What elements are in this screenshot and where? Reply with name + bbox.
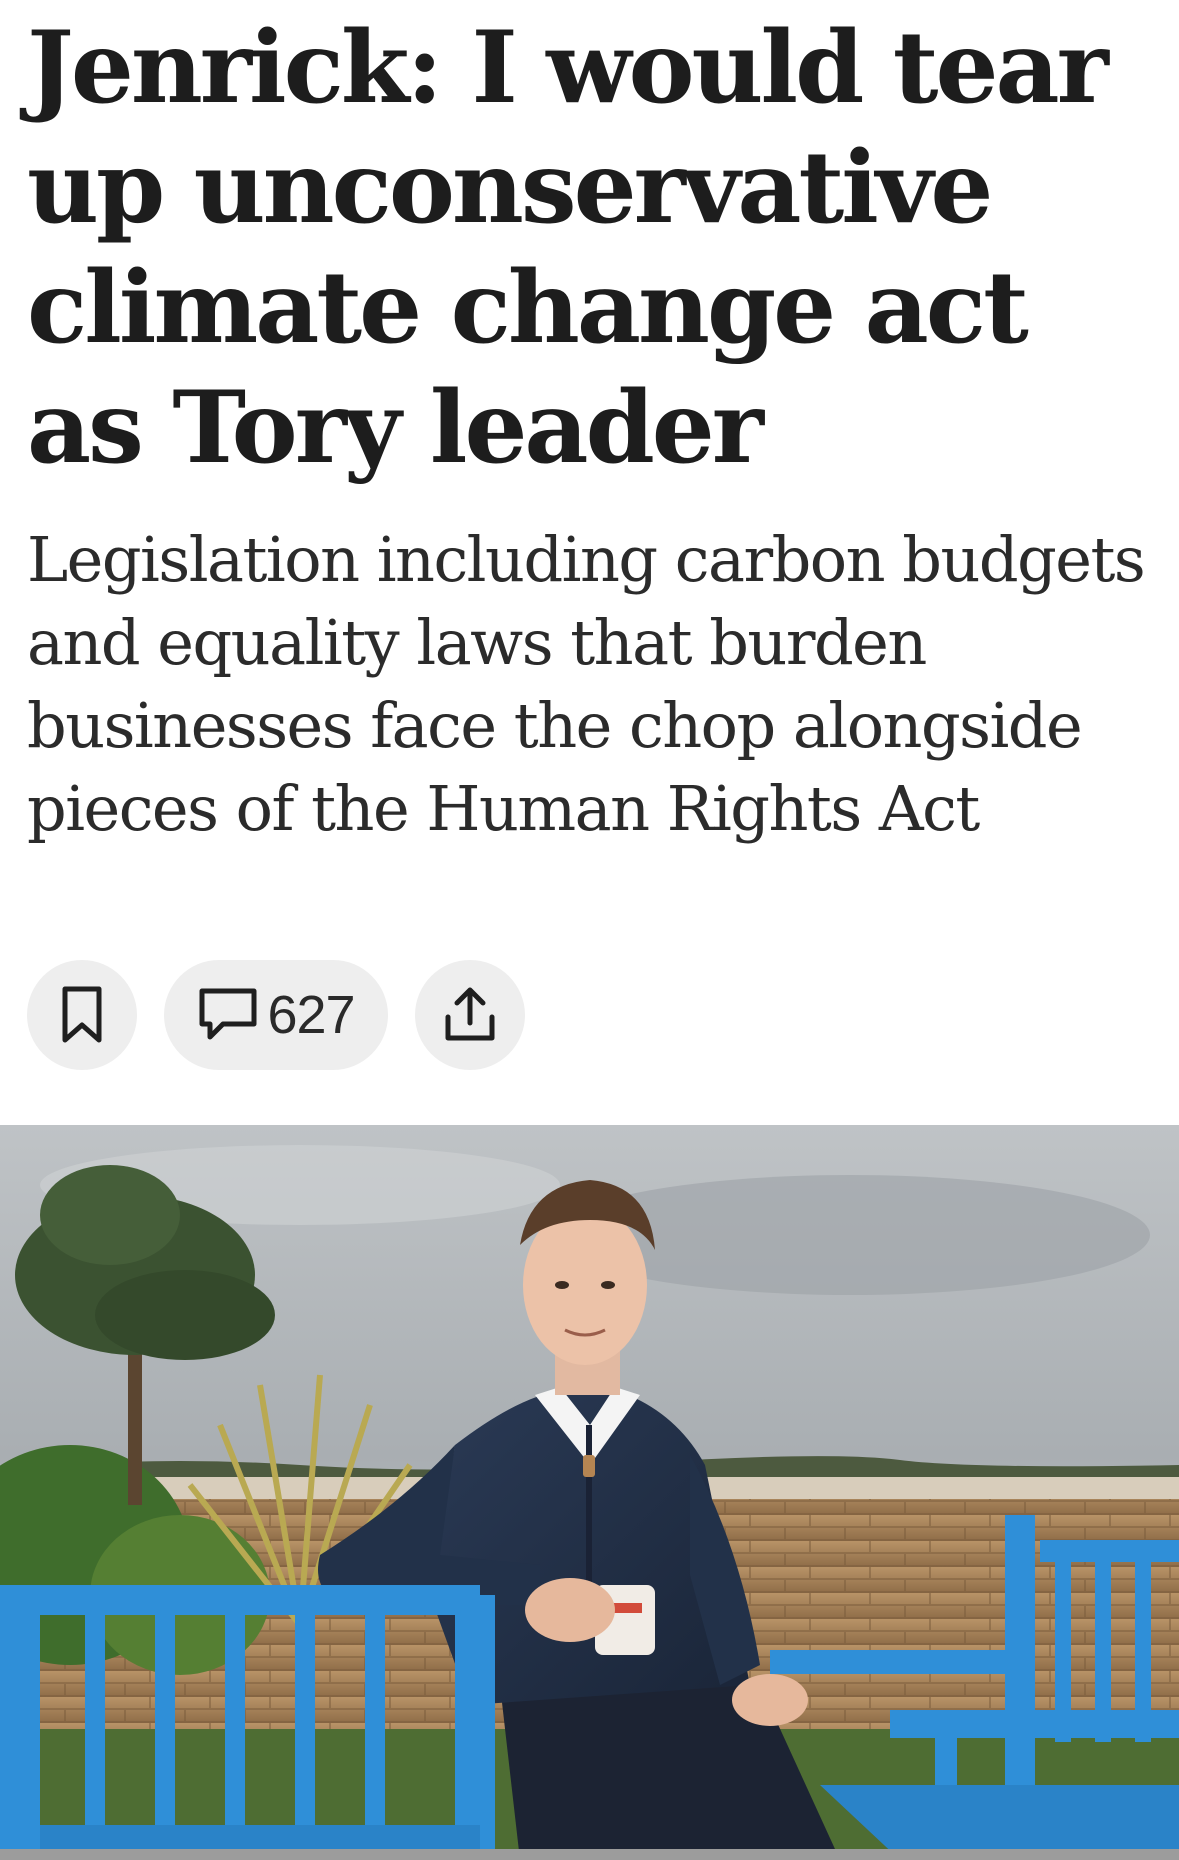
hero-photo (0, 1125, 1179, 1860)
article-actions: 627 (27, 960, 525, 1070)
share-icon (445, 987, 495, 1041)
comments-button[interactable]: 627 (164, 960, 388, 1070)
article-headline: Jenrick: I would tear up unconservative … (27, 10, 1109, 486)
article-standfirst: Legislation including carbon budgets and… (27, 523, 1146, 845)
comment-icon (199, 988, 257, 1040)
bookmark-button[interactable] (27, 960, 137, 1070)
share-button[interactable] (415, 960, 525, 1070)
comment-count: 627 (267, 985, 355, 1045)
bookmark-icon (62, 986, 102, 1043)
